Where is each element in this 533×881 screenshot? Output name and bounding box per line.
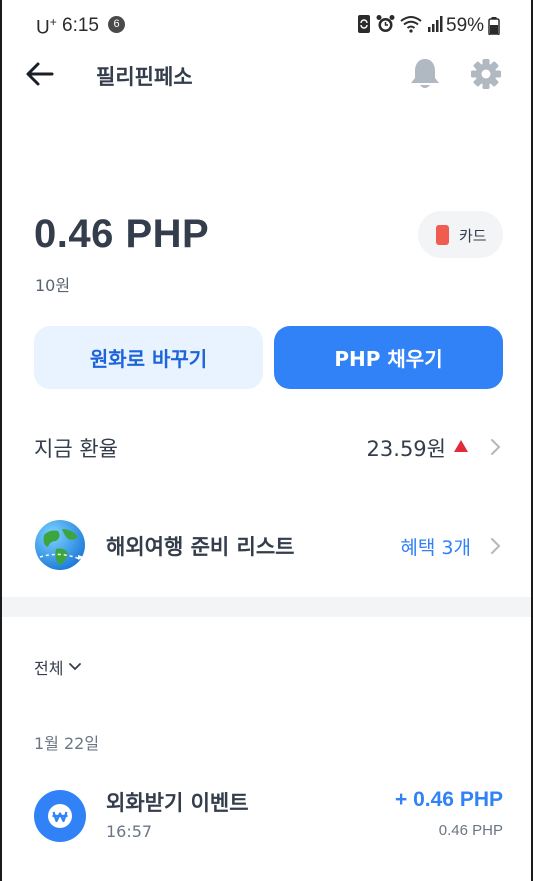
travel-checklist-row[interactable]: 해외여행 준비 리스트 혜택 3개 (0, 515, 533, 579)
chevron-right-icon (491, 538, 501, 554)
signal-icon (428, 16, 443, 32)
carrier-label: U+ (36, 15, 57, 39)
balance-amount: 0.46 PHP (34, 212, 210, 256)
globe-icon (35, 520, 85, 570)
exchange-to-krw-button[interactable]: 원화로 바꾸기 (34, 326, 263, 389)
card-button[interactable]: 카드 (418, 211, 503, 258)
back-button[interactable] (24, 58, 56, 90)
exchange-rate-row[interactable]: 지금 환율 23.59원 (0, 420, 533, 472)
rate-up-triangle-icon (454, 440, 468, 452)
transaction-row[interactable]: 외화받기 이벤트 16:57 + 0.46 PHP 0.46 PHP (0, 780, 533, 850)
travel-checklist-label: 해외여행 준비 리스트 (106, 535, 295, 559)
status-icons (357, 14, 443, 34)
won-coin-icon (34, 790, 86, 842)
transaction-title: 외화받기 이벤트 (106, 791, 249, 815)
gear-icon (471, 59, 501, 89)
travel-benefit-count: 혜택 3개 (400, 537, 471, 559)
transaction-amount: + 0.46 PHP (395, 788, 503, 811)
transaction-time: 16:57 (106, 822, 153, 841)
settings-button[interactable] (470, 57, 502, 91)
card-label: 카드 (459, 227, 487, 245)
alarm-icon (376, 15, 395, 32)
notifications-button[interactable] (409, 57, 441, 91)
app-header: 필리핀페소 (0, 50, 533, 100)
status-bar: U+ 6:15 6 59% (0, 0, 533, 50)
battery-level: 59% (446, 15, 485, 36)
balance-krw: 10원 (35, 276, 71, 295)
chevron-right-icon (491, 439, 501, 455)
rate-value: 23.59원 (366, 437, 446, 461)
transaction-date-header: 1월 22일 (34, 734, 100, 753)
card-icon (436, 225, 449, 245)
page-title: 필리핀페소 (96, 65, 193, 89)
charge-php-button[interactable]: PHP 채우기 (274, 326, 503, 389)
rate-label: 지금 환율 (34, 437, 118, 461)
notification-count-badge: 6 (108, 16, 125, 33)
transaction-filter-dropdown[interactable]: 전체 (34, 655, 82, 679)
battery-icon (488, 17, 500, 35)
back-arrow-icon (26, 62, 54, 86)
chevron-down-icon (69, 663, 82, 671)
status-time: 6:15 (62, 15, 99, 36)
section-divider (2, 597, 531, 617)
wifi-icon (400, 16, 422, 33)
filter-label: 전체 (34, 659, 64, 678)
sync-icon (358, 15, 370, 33)
bell-icon (411, 59, 439, 88)
transaction-balance-after: 0.46 PHP (438, 822, 503, 839)
